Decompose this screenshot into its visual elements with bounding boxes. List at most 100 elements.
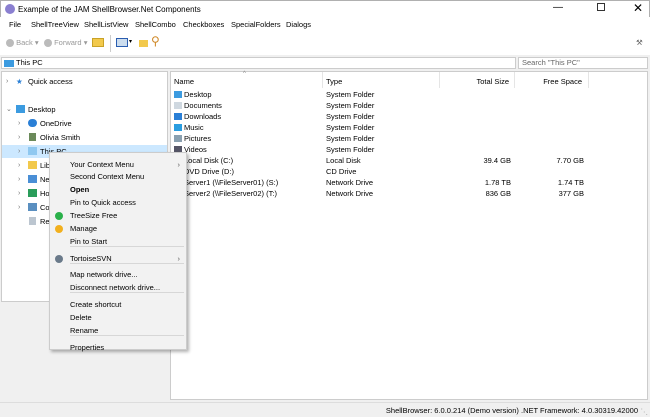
column-divider[interactable] [322, 72, 323, 88]
sort-indicator-icon: ^ [243, 71, 246, 77]
shell-list-view[interactable]: ^ Name Type Total Size Free Space Deskto… [170, 71, 648, 400]
table-row[interactable]: Local Disk (C:) Local Disk 39.4 GB 7.70 … [171, 155, 631, 166]
column-total-size[interactable]: Total Size [476, 77, 509, 86]
cell-type: System Folder [326, 134, 375, 143]
cell-name: Server1 (\\FileServer01) (S:) [184, 178, 279, 187]
menu-checkboxes[interactable]: Checkboxes [183, 20, 224, 29]
cell-type: System Folder [326, 112, 375, 121]
search-input[interactable]: Search "This PC" [518, 57, 648, 69]
tree-item-onedrive[interactable]: › OneDrive [2, 117, 167, 130]
menu-shelllistview[interactable]: ShellListView [84, 20, 128, 29]
up-folder-icon[interactable] [92, 38, 104, 47]
star-icon: ★ [16, 77, 23, 86]
context-menu-item[interactable]: Create shortcut [70, 300, 121, 309]
address-bar[interactable]: This PC [1, 57, 516, 69]
documents-icon [174, 102, 182, 109]
back-icon [6, 39, 14, 48]
status-bar: ShellBrowser: 6.0.0.214 (Demo version) .… [0, 402, 650, 417]
cell-name: Desktop [184, 90, 212, 99]
cell-name: Local Disk (C:) [184, 156, 234, 165]
cell-type: System Folder [326, 101, 375, 110]
resize-grip[interactable]: ⋱ [641, 407, 649, 416]
context-menu-item[interactable]: Your Context Menu [70, 160, 134, 169]
menu-file[interactable]: File [9, 20, 21, 29]
toolbar: Back ▾ Forward ▾ ▾ ⚲ ⚒ [0, 31, 650, 55]
table-row[interactable]: Server1 (\\FileServer01) (S:) Network Dr… [171, 177, 631, 188]
column-divider[interactable] [514, 72, 515, 88]
column-divider[interactable] [588, 72, 589, 88]
shield-icon [55, 225, 63, 233]
window-title: Example of the JAM ShellBrowser.Net Comp… [18, 5, 201, 14]
music-icon [174, 124, 182, 131]
cell-name: Pictures [184, 134, 212, 143]
context-menu-item[interactable]: Properties [70, 343, 104, 352]
menu-shelltreeview[interactable]: ShellTreeView [31, 20, 79, 29]
context-menu-item[interactable]: TreeSize Free [70, 211, 117, 220]
table-row[interactable]: Music System Folder [171, 122, 631, 133]
status-text: ShellBrowser: 6.0.0.214 (Demo version) .… [385, 406, 638, 415]
table-row[interactable]: Documents System Folder [171, 100, 631, 111]
menu-separator [70, 292, 184, 293]
forward-button[interactable]: Forward ▾ [44, 38, 87, 48]
context-menu-item[interactable]: TortoiseSVN [70, 254, 112, 263]
context-menu-item[interactable]: Disconnect network drive... [70, 283, 160, 292]
menu-dialogs[interactable]: Dialogs [286, 20, 311, 29]
cell-name: Documents [184, 101, 222, 110]
close-button[interactable]: ✕ [633, 1, 643, 15]
cell-name: Server2 (\\FileServer02) (T:) [184, 189, 277, 198]
new-folder-icon[interactable] [139, 40, 148, 47]
treesize-icon [55, 212, 63, 220]
network-icon [28, 175, 37, 183]
this-pc-icon [4, 60, 14, 67]
table-row[interactable]: Videos System Folder [171, 144, 631, 155]
back-button[interactable]: Back ▾ [6, 38, 39, 48]
context-menu-item[interactable]: Map network drive... [70, 270, 138, 279]
table-row[interactable]: Desktop System Folder [171, 89, 631, 100]
cell-type: Network Drive [326, 178, 374, 187]
table-row[interactable]: Downloads System Folder [171, 111, 631, 122]
context-menu-item[interactable]: Manage [70, 224, 97, 233]
view-dropdown-icon[interactable]: ▾ [129, 38, 132, 45]
cell-total-size: 836 GB [485, 189, 511, 198]
app-icon [5, 4, 15, 14]
toolbar-divider [110, 35, 111, 52]
cloud-icon [28, 119, 37, 127]
user-icon [29, 133, 36, 141]
context-menu-item[interactable]: Pin to Start [70, 237, 107, 246]
table-row[interactable]: Server2 (\\FileServer02) (T:) Network Dr… [171, 188, 631, 199]
tree-item-quick-access[interactable]: › ★ Quick access [2, 75, 167, 88]
context-menu: Your Context Menu › Second Context Menu Ope… [49, 152, 187, 352]
table-row[interactable]: Pictures System Folder [171, 133, 631, 144]
desktop-icon [174, 91, 182, 98]
maximize-button[interactable] [597, 3, 605, 11]
cell-total-size: 39.4 GB [483, 156, 511, 165]
cell-type: Network Drive [326, 189, 374, 198]
context-menu-item[interactable]: Pin to Quick access [70, 198, 136, 207]
context-menu-item[interactable]: Delete [70, 313, 92, 322]
menu-separator [70, 263, 184, 264]
table-row[interactable]: DVD Drive (D:) CD Drive [171, 166, 631, 177]
minimize-button[interactable]: — [553, 2, 563, 13]
context-menu-item[interactable]: Second Context Menu [70, 172, 144, 181]
context-menu-item[interactable]: Rename [70, 326, 98, 335]
column-name[interactable]: Name [174, 77, 194, 86]
cell-name: Music [184, 123, 204, 132]
column-divider[interactable] [439, 72, 440, 88]
settings-icon[interactable]: ⚒ [636, 38, 643, 47]
desktop-icon [16, 105, 25, 113]
tree-item-user[interactable]: › Olivia Smith [2, 131, 167, 144]
cell-type: System Folder [326, 145, 375, 154]
menu-shellcombo[interactable]: ShellCombo [135, 20, 176, 29]
submenu-arrow-icon: › [177, 160, 181, 169]
context-menu-item[interactable]: Open [70, 185, 89, 194]
cell-total-size: 1.78 TB [484, 178, 511, 187]
view-mode-icon[interactable] [116, 38, 128, 47]
menu-specialfolders[interactable]: SpecialFolders [231, 20, 281, 29]
column-free-space[interactable]: Free Space [543, 77, 582, 86]
column-type[interactable]: Type [326, 77, 342, 86]
forward-icon [44, 39, 52, 48]
tree-item-desktop[interactable]: ⌄ Desktop [2, 103, 167, 116]
computer-icon [28, 147, 37, 155]
cell-free-space: 1.74 TB [557, 178, 584, 187]
search-icon[interactable]: ⚲ [151, 34, 160, 48]
